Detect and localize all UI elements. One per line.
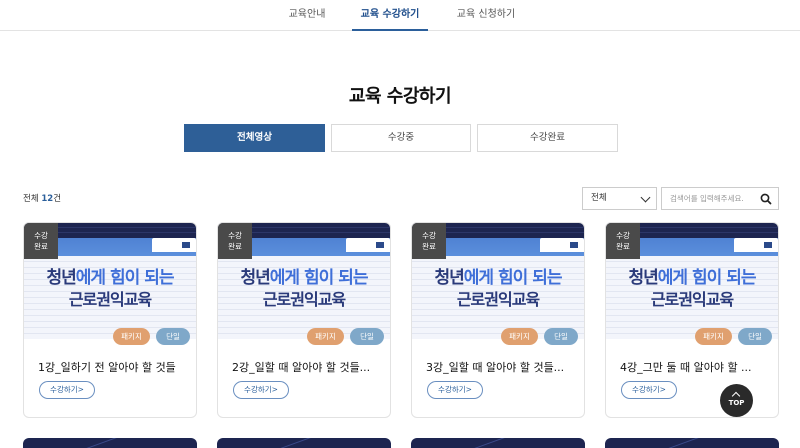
thumbnail-line-1b: 에게 힘이 되는 (75, 268, 175, 288)
single-tag: 단일 (738, 328, 772, 345)
card-title[interactable]: 4강_그만 둘 때 알아야 할 ... (620, 359, 770, 375)
filter-completed[interactable]: 수강완료 (477, 124, 618, 152)
page-title: 교육 수강하기 (348, 86, 452, 107)
course-thumbnail: 청년에게 힘이 되는 근로권익교육 수강 완료 (24, 223, 196, 339)
status-badge: 수강 완료 (412, 223, 446, 259)
filter-in-progress[interactable]: 수강중 (331, 124, 471, 152)
thumbnail-line-1: 청년에게 힘이 되는 (218, 263, 390, 288)
course-thumbnail: 청년에게 힘이 되는 근로권익교육 수강 완료 (412, 223, 584, 339)
search-box (661, 187, 779, 210)
course-thumbnail: 청년에게 힘이 되는 근로권익교육 수강 완료 (606, 223, 778, 339)
status-badge: 수강 완료 (606, 223, 640, 259)
course-card[interactable]: 청년에게 힘이 되는 근로권익교육 수강 완료 패키지 단일 2강_일할 때 알… (217, 222, 391, 418)
course-thumbnail: 청년에게 힘이 되는 근로권익교육 수강 완료 (218, 223, 390, 339)
package-tag: 패키지 (113, 328, 150, 345)
tab-take-course[interactable]: 교육 수강하기 (352, 0, 428, 31)
thumbnail-line-2: 근로권익교육 (68, 290, 152, 309)
total-count-prefix: 전체 (23, 194, 42, 204)
package-tag: 패키지 (695, 328, 732, 345)
chevron-down-icon (640, 192, 651, 203)
card-title[interactable]: 2강_일할 때 알아야 할 것들... (232, 359, 382, 375)
course-card-partial[interactable] (605, 438, 779, 448)
thumbnail-line-1: 청년에게 힘이 되는 (606, 263, 778, 288)
search-icon[interactable] (758, 191, 774, 207)
thumbnail-line-1b: 에게 힘이 되는 (657, 268, 757, 288)
tab-apply-course[interactable]: 교육 신청하기 (446, 0, 526, 31)
thumbnail-line-2: 근로권익교육 (456, 290, 540, 309)
single-tag: 단일 (350, 328, 384, 345)
course-card-partial[interactable] (411, 438, 585, 448)
watch-button[interactable]: 수강하기> (621, 381, 677, 399)
thumbnail-line-2: 근로권익교육 (650, 290, 734, 309)
thumbnail-line-1a: 청년 (628, 268, 659, 288)
total-count-suffix: 건 (53, 194, 62, 204)
back-to-top-button[interactable]: TOP (720, 384, 753, 417)
thumbnail-line-1b: 에게 힘이 되는 (269, 268, 369, 288)
course-card[interactable]: 청년에게 힘이 되는 근로권익교육 수강 완료 패키지 단일 1강_일하기 전 … (23, 222, 197, 418)
single-tag: 단일 (156, 328, 190, 345)
total-count-number: 12 (41, 194, 54, 204)
package-tag: 패키지 (307, 328, 344, 345)
thumbnail-line-2: 근로권익교육 (262, 290, 346, 309)
course-card-partial[interactable] (23, 438, 197, 448)
watch-button[interactable]: 수강하기> (39, 381, 95, 399)
course-card[interactable]: 청년에게 힘이 되는 근로권익교육 수강 완료 패키지 단일 3강_일할 때 알… (411, 222, 585, 418)
thumbnail-line-1: 청년에게 힘이 되는 (412, 263, 584, 288)
thumbnail-line-1: 청년에게 힘이 되는 (24, 263, 196, 288)
package-tag: 패키지 (501, 328, 538, 345)
top-nav: 교육안내 교육 수강하기 교육 신청하기 (0, 0, 800, 31)
search-input[interactable] (662, 188, 754, 209)
card-title[interactable]: 3강_일할 때 알아야 할 것들... (426, 359, 576, 375)
watch-button[interactable]: 수강하기> (233, 381, 289, 399)
status-badge: 수강 완료 (218, 223, 252, 259)
category-select[interactable]: 전체 (582, 187, 657, 210)
total-count: 전체 12건 (23, 192, 61, 204)
card-title[interactable]: 1강_일하기 전 알아야 할 것들 (38, 359, 188, 375)
thumbnail-line-1b: 에게 힘이 되는 (463, 268, 563, 288)
single-tag: 단일 (544, 328, 578, 345)
course-card[interactable]: 청년에게 힘이 되는 근로권익교육 수강 완료 패키지 단일 4강_그만 둘 때… (605, 222, 779, 418)
back-to-top-label: TOP (728, 399, 745, 407)
thumbnail-line-1a: 청년 (46, 268, 77, 288)
thumbnail-line-1a: 청년 (240, 268, 271, 288)
category-select-value: 전체 (591, 193, 607, 203)
course-card-partial[interactable] (217, 438, 391, 448)
tab-education-info[interactable]: 교육안내 (276, 0, 338, 31)
filter-all-videos[interactable]: 전체영상 (184, 124, 325, 152)
watch-button[interactable]: 수강하기> (427, 381, 483, 399)
thumbnail-line-1a: 청년 (434, 268, 465, 288)
status-badge: 수강 완료 (24, 223, 58, 259)
